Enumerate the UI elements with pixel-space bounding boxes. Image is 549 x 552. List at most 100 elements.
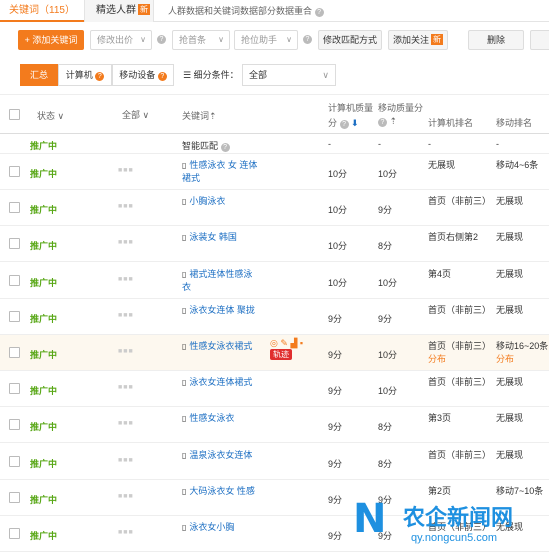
mobile-rank-text: 无展现 bbox=[496, 413, 524, 423]
row-checkbox[interactable] bbox=[9, 492, 20, 503]
row-checkbox[interactable] bbox=[9, 419, 20, 430]
row-checkbox[interactable] bbox=[9, 275, 20, 286]
chevron-down-icon: ∨ bbox=[57, 111, 65, 121]
mobile-rank-text: 无展现 bbox=[496, 269, 524, 279]
table-row-smart: 推广中 智能匹配 ? - - - - bbox=[0, 134, 549, 154]
mobile-rank-text: 无展现 bbox=[496, 232, 524, 242]
grab-assist-dropdown[interactable]: 抢位助手 ∨ bbox=[234, 30, 298, 50]
pc-quality: 9分 bbox=[328, 459, 343, 469]
pc-quality-header[interactable]: 计算机质量 bbox=[328, 101, 373, 114]
keyword-link[interactable]: ▯ 泳装女 韩国 bbox=[182, 231, 258, 244]
status-header[interactable]: 状态 ∨ bbox=[37, 109, 64, 122]
pc-rank: - bbox=[428, 139, 431, 149]
mobile-rank-header[interactable]: 移动排名 bbox=[496, 116, 532, 129]
condition-dropdown[interactable]: 全部 ∨ bbox=[242, 64, 336, 86]
pc-quality: 9分 bbox=[328, 314, 343, 324]
pc-rank: 第3页 bbox=[428, 412, 451, 425]
keyword-text: 小胸泳衣 bbox=[189, 196, 226, 206]
pc-rank: 首页（非前三） bbox=[428, 304, 491, 317]
pc-quality-header-2[interactable]: 分 ? ⬇ bbox=[328, 116, 359, 129]
keyword-header-label: 关键词 bbox=[182, 111, 210, 121]
pc-rank-text: 第4页 bbox=[428, 269, 452, 279]
mobile-distribution-link[interactable]: 分布 bbox=[496, 354, 514, 364]
mobile-icon: ▯ bbox=[182, 523, 187, 532]
chart-icon[interactable]: ▟ bbox=[290, 338, 297, 348]
pc-rank-text: 首页（非前三） bbox=[428, 196, 492, 206]
pc-rank-header[interactable]: 计算机排名 bbox=[428, 116, 473, 129]
watermark: N 农企新闻网 qy.nongcun5.com bbox=[353, 496, 549, 552]
filter-summary[interactable]: 汇总 bbox=[20, 64, 58, 86]
pc-rank-text: 无展现 bbox=[428, 160, 456, 170]
filter-computer[interactable]: 计算机 ? bbox=[58, 64, 112, 86]
modify-match-button[interactable]: 修改匹配方式 bbox=[318, 30, 382, 50]
keyword-link[interactable]: ▯ 泳衣女小胸 bbox=[182, 521, 258, 534]
keyword-header[interactable]: 关键词⇡ bbox=[182, 109, 217, 122]
more-button[interactable] bbox=[530, 30, 549, 50]
help-icon[interactable]: ? bbox=[339, 120, 349, 129]
keyword-link[interactable]: ▯ 泳衣女连体裙式 bbox=[182, 376, 258, 389]
pc-rank-text: 首页（非前三） bbox=[428, 450, 492, 460]
mobile-rank-text: 移动4~6条 bbox=[496, 160, 539, 170]
row-checkbox[interactable] bbox=[9, 383, 20, 394]
add-follow-label: 添加关注 bbox=[392, 35, 429, 45]
help-icon[interactable]: ? bbox=[157, 72, 167, 81]
row-checkbox[interactable] bbox=[9, 528, 20, 539]
row-checkbox[interactable] bbox=[9, 238, 20, 249]
mobile-rank: 移动4~6条 bbox=[496, 159, 538, 172]
mobile-quality-header[interactable]: 移动质量分 bbox=[378, 101, 423, 114]
pc-rank: 首页（非前三） bbox=[428, 449, 491, 462]
pc-distribution-link[interactable]: 分布 bbox=[428, 354, 446, 364]
row-checkbox[interactable] bbox=[9, 311, 20, 322]
row-checkbox[interactable] bbox=[9, 347, 20, 358]
filter-mobile-label: 移动设备 bbox=[119, 70, 156, 80]
status-text: 推广中 bbox=[30, 422, 58, 432]
keyword-link[interactable]: ▯ 性感女泳衣裙式 bbox=[182, 340, 258, 353]
help-icon[interactable]: ? bbox=[314, 8, 324, 17]
mobile-icon: ▯ bbox=[182, 270, 187, 279]
pc-quality: 9分 bbox=[328, 531, 343, 541]
help-icon[interactable]: ? bbox=[95, 72, 105, 81]
modify-bid-dropdown[interactable]: 修改出价 ∨ bbox=[90, 30, 152, 50]
tab-crowd[interactable]: 精选人群新 bbox=[84, 0, 154, 22]
modify-bid-label: 修改出价 bbox=[97, 35, 134, 45]
keyword-link[interactable]: ▯ 性感泳衣 女 连体 裙式 bbox=[182, 159, 258, 185]
help-icon[interactable]: ? bbox=[157, 35, 166, 44]
keyword-link[interactable]: ▯ 性感女泳衣 bbox=[182, 412, 258, 425]
sort-icon[interactable]: ⇡ bbox=[390, 116, 398, 126]
trace-button[interactable]: 轨迹 bbox=[270, 349, 292, 360]
all-header[interactable]: 全部 ∨ bbox=[122, 108, 149, 121]
grab-top-dropdown[interactable]: 抢首条 ∨ bbox=[172, 30, 230, 50]
list-icon: ☰ bbox=[183, 70, 192, 80]
help-icon[interactable]: ? bbox=[220, 143, 230, 152]
pc-rank-text: 第3页 bbox=[428, 413, 452, 423]
placeholder-dots: ■■■ bbox=[118, 167, 134, 174]
pc-quality: 10分 bbox=[328, 278, 348, 288]
row-checkbox[interactable] bbox=[9, 202, 20, 213]
pc-quality: 10分 bbox=[328, 169, 348, 179]
help-icon[interactable]: ? bbox=[303, 35, 312, 44]
trash-icon[interactable]: ▪ bbox=[300, 338, 303, 348]
keyword-link[interactable]: ▯ 小胸泳衣 bbox=[182, 195, 258, 208]
edit-icon[interactable]: ✎ bbox=[280, 338, 288, 348]
keyword-link[interactable]: ▯ 泳衣女连体 聚拢 bbox=[182, 304, 258, 317]
keyword-link[interactable]: ▯ 裙式连体性感泳衣 bbox=[182, 268, 258, 294]
mobile-rank-text: 移动7~10条 bbox=[496, 486, 544, 496]
select-all-checkbox[interactable] bbox=[9, 109, 20, 120]
table-row: 推广中 ■■■ ▯ 小胸泳衣 10分 9分 首页（非前三） 无展现 bbox=[0, 190, 549, 226]
target-icon[interactable]: ◎ bbox=[270, 338, 278, 348]
help-icon[interactable]: ? bbox=[378, 118, 387, 127]
keyword-link[interactable]: ▯ 温泉泳衣女连体 bbox=[182, 449, 258, 462]
keyword-text: 性感女泳衣裙式 bbox=[189, 341, 253, 351]
keyword-text: 性感泳衣 女 连体 裙式 bbox=[182, 160, 258, 183]
row-checkbox[interactable] bbox=[9, 456, 20, 467]
tab-keywords[interactable]: 关键词（115） bbox=[0, 0, 84, 22]
filter-mobile[interactable]: 移动设备 ? bbox=[112, 64, 174, 86]
add-follow-button[interactable]: 添加关注新 bbox=[388, 30, 448, 50]
status-text: 推广中 bbox=[30, 169, 58, 179]
add-keyword-button[interactable]: + 添加关键词 bbox=[18, 30, 84, 50]
delete-button[interactable]: 删除 bbox=[468, 30, 524, 50]
pc-rank: 无展现 bbox=[428, 159, 455, 172]
keyword-link[interactable]: ▯ 大码泳衣女 性感 bbox=[182, 485, 258, 498]
row-checkbox[interactable] bbox=[9, 166, 20, 177]
grab-assist-label: 抢位助手 bbox=[241, 35, 278, 45]
